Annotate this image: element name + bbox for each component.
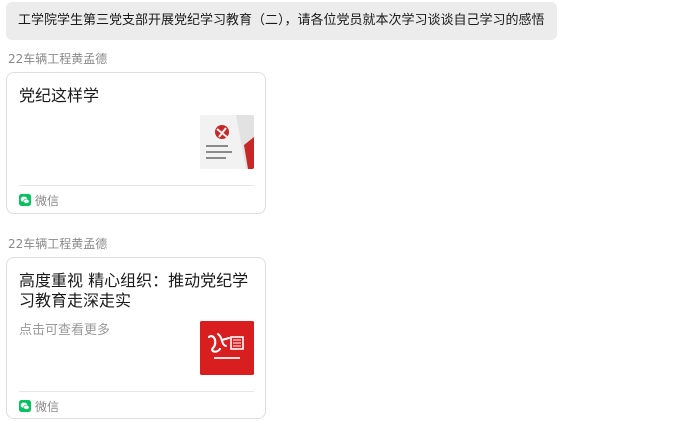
card-source: 微信 [19, 192, 59, 208]
wechat-icon [19, 400, 31, 412]
card-divider [19, 185, 254, 186]
message-bubble[interactable]: 工学院学生第三党支部开展党纪学习教育（二），请各位党员就本次学习谈谈自己学习的感… [6, 2, 557, 40]
link-card[interactable]: 高度重视 精心组织：推动党纪学习教育走深走实 点击可查看更多 微信 [6, 257, 266, 419]
xuexi-calligraphy-logo-icon [200, 321, 254, 375]
party-regulations-book-cover-icon [200, 115, 254, 169]
sender-name: 22车辆工程黄孟德 [8, 52, 108, 66]
wechat-icon [19, 194, 31, 206]
card-divider [19, 391, 254, 392]
sender-name: 22车辆工程黄孟德 [8, 237, 108, 251]
message-text: 工学院学生第三党支部开展党纪学习教育（二），请各位党员就本次学习谈谈自己学习的感… [18, 13, 545, 28]
card-source-label: 微信 [35, 399, 60, 414]
card-description: 点击可查看更多 [19, 323, 111, 338]
card-title: 党纪这样学 [19, 86, 100, 105]
card-title: 高度重视 精心组织：推动党纪学习教育走深走实 [19, 271, 249, 310]
link-card[interactable]: 党纪这样学 微信 [6, 72, 266, 214]
card-source: 微信 [19, 398, 59, 414]
card-source-label: 微信 [35, 193, 60, 208]
chat-window: 工学院学生第三党支部开展党纪学习教育（二），请各位党员就本次学习谈谈自己学习的感… [0, 0, 700, 431]
